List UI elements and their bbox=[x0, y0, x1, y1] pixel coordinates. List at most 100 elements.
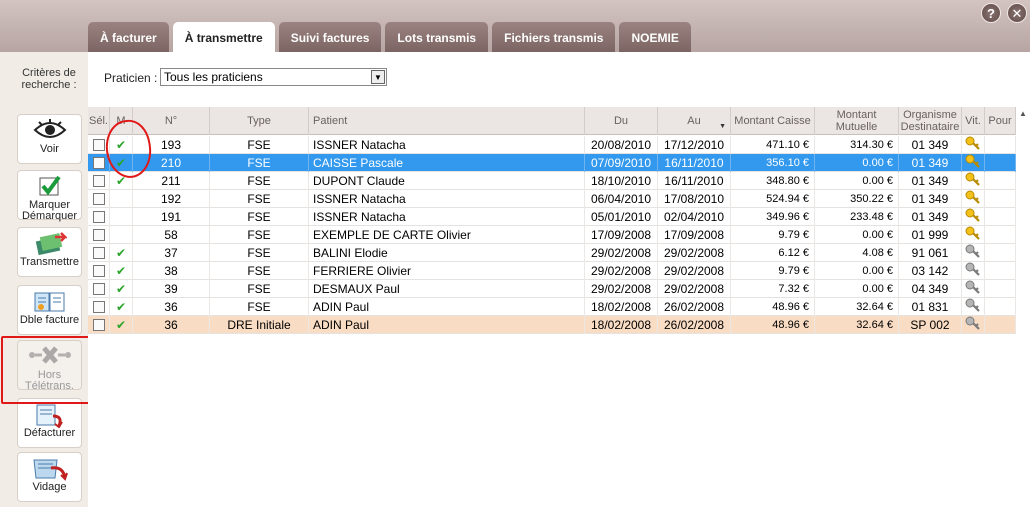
tab--facturer[interactable]: À facturer bbox=[88, 22, 169, 52]
amount-caisse: 471.10 € bbox=[731, 136, 815, 154]
key-icon bbox=[965, 316, 981, 334]
row-checkbox[interactable] bbox=[92, 174, 105, 187]
invoice-type: FSE bbox=[210, 154, 309, 172]
close-button[interactable]: ✕ bbox=[1007, 3, 1027, 23]
practitioner-select-value: Tous les praticiens bbox=[164, 70, 263, 84]
transmit-icon bbox=[18, 231, 81, 257]
column-header[interactable]: Type bbox=[210, 107, 309, 135]
select-cell bbox=[88, 244, 110, 262]
column-header[interactable]: M bbox=[110, 107, 133, 135]
date-from: 20/08/2010 bbox=[585, 136, 658, 154]
column-header[interactable]: N° bbox=[133, 107, 210, 135]
annotation-box bbox=[1, 336, 100, 404]
column-header[interactable]: Du bbox=[585, 107, 658, 135]
row-checkbox[interactable] bbox=[92, 192, 105, 205]
date-to: 29/02/2008 bbox=[658, 280, 731, 298]
patient-name: DESMAUX Paul bbox=[309, 280, 585, 298]
row-checkbox[interactable] bbox=[92, 282, 105, 295]
row-checkbox[interactable] bbox=[92, 138, 105, 151]
table-row[interactable]: ✔ 36 DRE Initiale ADIN Paul 18/02/2008 26/02/… bbox=[88, 316, 1030, 334]
row-checkbox[interactable] bbox=[92, 156, 105, 169]
vitale-cell bbox=[962, 244, 985, 262]
invoice-type: FSE bbox=[210, 244, 309, 262]
column-header[interactable]: Patient bbox=[309, 107, 585, 135]
practitioner-select[interactable]: Tous les praticiens ▼ bbox=[160, 68, 387, 86]
table-row[interactable]: 192 FSE ISSNER Natacha 06/04/2010 17/08/2010… bbox=[88, 190, 1030, 208]
scroll-up-icon[interactable]: ▲ bbox=[1019, 109, 1027, 118]
voir-button[interactable]: Voir bbox=[17, 114, 82, 164]
key-icon bbox=[965, 226, 981, 244]
checkmark-icon bbox=[18, 174, 81, 200]
row-checkbox[interactable] bbox=[92, 300, 105, 313]
column-header[interactable]: Montant Mutuelle bbox=[815, 107, 899, 135]
invoice-type: FSE bbox=[210, 136, 309, 154]
row-checkbox[interactable] bbox=[92, 318, 105, 331]
vitale-cell bbox=[962, 172, 985, 190]
invoice-number: 211 bbox=[133, 172, 210, 190]
dropdown-arrow-icon[interactable]: ▼ bbox=[371, 70, 385, 84]
amount-caisse: 356.10 € bbox=[731, 154, 815, 172]
patient-name: ISSNER Natacha bbox=[309, 136, 585, 154]
table-row[interactable]: ✔ 38 FSE FERRIERE Olivier 29/02/2008 29/02/20… bbox=[88, 262, 1030, 280]
table-row[interactable]: 58 FSE EXEMPLE DE CARTE Olivier 17/09/2008 1… bbox=[88, 226, 1030, 244]
marked-cell: ✔ bbox=[110, 244, 133, 262]
pour-cell bbox=[985, 226, 1016, 244]
column-header[interactable]: Au ▼ bbox=[658, 107, 731, 135]
date-to: 17/12/2010 bbox=[658, 136, 731, 154]
date-from: 18/02/2008 bbox=[585, 316, 658, 334]
amount-caisse: 7.32 € bbox=[731, 280, 815, 298]
row-checkbox[interactable] bbox=[92, 246, 105, 259]
tab-noemie[interactable]: NOEMIE bbox=[619, 22, 691, 52]
invoice-number: 58 bbox=[133, 226, 210, 244]
d-facturer-button[interactable]: Défacturer bbox=[17, 398, 82, 448]
transmettre-button[interactable]: Transmettre bbox=[17, 227, 82, 277]
marked-cell: ✔ bbox=[110, 136, 133, 154]
table-row[interactable]: 191 FSE ISSNER Natacha 05/01/2010 02/04/2010… bbox=[88, 208, 1030, 226]
column-header[interactable]: Sél. bbox=[88, 107, 110, 135]
tab-suivi-factures[interactable]: Suivi factures bbox=[278, 22, 382, 52]
invoice-type: FSE bbox=[210, 172, 309, 190]
table-row[interactable]: ✔ 36 FSE ADIN Paul 18/02/2008 26/02/2008 48.96… bbox=[88, 298, 1030, 316]
select-cell bbox=[88, 154, 110, 172]
key-icon bbox=[965, 136, 981, 154]
eye-icon bbox=[18, 118, 81, 144]
row-checkbox[interactable] bbox=[92, 228, 105, 241]
marquer-d-marquer-button[interactable]: Marquer Démarquer bbox=[17, 170, 82, 222]
vidage-button[interactable]: Vidage bbox=[17, 452, 82, 502]
help-button[interactable]: ? bbox=[981, 3, 1001, 23]
checkmark-icon: ✔ bbox=[115, 318, 127, 332]
pour-cell bbox=[985, 136, 1016, 154]
column-header[interactable]: Montant Caisse bbox=[731, 107, 815, 135]
date-from: 17/09/2008 bbox=[585, 226, 658, 244]
table-row[interactable]: ✔ 193 FSE ISSNER Natacha 20/08/2010 17/12/201… bbox=[88, 136, 1030, 154]
tab-fichiers-transmis[interactable]: Fichiers transmis bbox=[492, 22, 616, 52]
dble-facture-button[interactable]: Dble facture bbox=[17, 285, 82, 335]
recipient-organism: 01 831 bbox=[899, 298, 962, 316]
tab-lots-transmis[interactable]: Lots transmis bbox=[385, 22, 489, 52]
vitale-cell bbox=[962, 154, 985, 172]
table-row[interactable]: ✔ 210 FSE CAISSE Pascale 07/09/2010 16/11/201… bbox=[88, 154, 1030, 172]
key-icon bbox=[965, 280, 981, 298]
practitioner-label: Praticien : bbox=[104, 71, 158, 85]
column-header[interactable]: Organisme Destinataire bbox=[899, 107, 962, 135]
amount-caisse: 48.96 € bbox=[731, 316, 815, 334]
tab--transmettre[interactable]: À transmettre bbox=[172, 22, 275, 53]
table-row[interactable]: ✔ 39 FSE DESMAUX Paul 29/02/2008 29/02/2008 7.… bbox=[88, 280, 1030, 298]
marked-cell bbox=[110, 190, 133, 208]
sidebar-button-label: Défacturer bbox=[23, 427, 76, 439]
select-cell bbox=[88, 208, 110, 226]
table-row[interactable]: ✔ 211 FSE DUPONT Claude 18/10/2010 16/11/2010… bbox=[88, 172, 1030, 190]
date-to: 16/11/2010 bbox=[658, 154, 731, 172]
row-checkbox[interactable] bbox=[92, 264, 105, 277]
date-to: 17/09/2008 bbox=[658, 226, 731, 244]
amount-caisse: 48.96 € bbox=[731, 298, 815, 316]
date-from: 18/02/2008 bbox=[585, 298, 658, 316]
column-header[interactable]: Vit. bbox=[962, 107, 985, 135]
vitale-cell bbox=[962, 190, 985, 208]
column-header[interactable]: Pour bbox=[985, 107, 1016, 135]
row-checkbox[interactable] bbox=[92, 210, 105, 223]
table-row[interactable]: ✔ 37 FSE BALINI Elodie 29/02/2008 29/02/2008 6… bbox=[88, 244, 1030, 262]
recipient-organism: 01 349 bbox=[899, 190, 962, 208]
select-cell bbox=[88, 226, 110, 244]
vertical-scrollbar[interactable]: ▲ bbox=[1016, 107, 1030, 507]
